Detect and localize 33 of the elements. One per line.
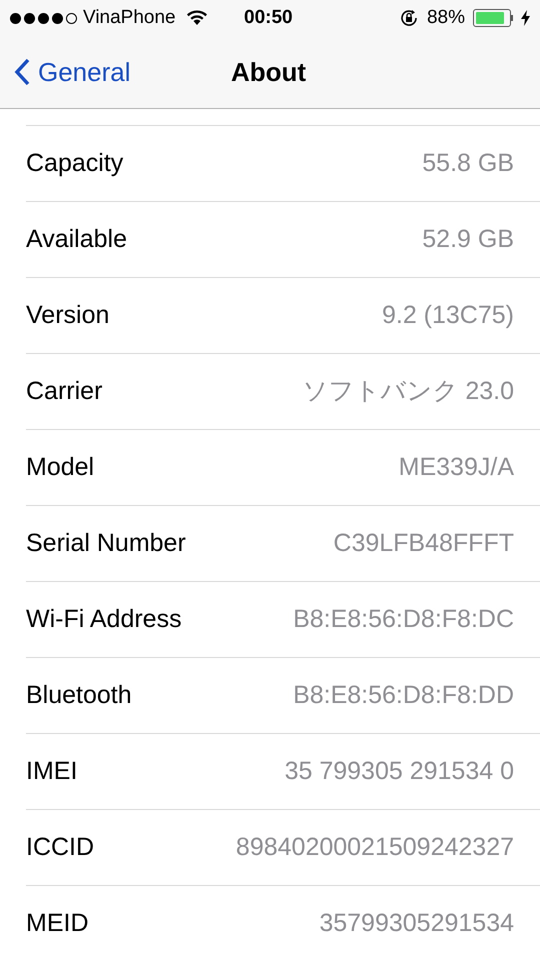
charging-bolt-icon [521,10,530,26]
row-label: Model [26,452,94,483]
row-label: Capacity [26,148,124,179]
battery-percentage: 88% [426,6,465,30]
row-value: B8:E8:56:D8:F8:DC [293,604,514,635]
clock-time: 00:50 [244,6,293,30]
row-label: IMEI [26,756,78,787]
row-label: MEID [26,908,88,939]
row-value: 55.8 GB [422,148,514,179]
row-label: Version [26,300,110,331]
row-label: Bluetooth [26,680,132,711]
row-label: Carrier [26,376,102,407]
battery-icon [473,9,513,27]
signal-icon [10,12,77,24]
row-value: 89840200021509242327 [236,832,514,863]
back-button[interactable]: General [14,52,130,92]
row-label: ICCID [26,832,94,863]
row-value: 52.9 GB [422,224,514,255]
wifi-icon [186,10,208,26]
row-value: ソフトバンク 23.0 [302,376,514,407]
chevron-left-icon [14,58,30,86]
row-label: Serial Number [26,528,186,559]
rotation-lock-icon [398,8,419,28]
carrier-name: VinaPhone [83,6,176,30]
page-title: About [231,56,306,88]
row-value: 35 799305 291534 0 [284,756,514,787]
row-value: 9.2 (13C75) [382,300,514,331]
row-value: 35799305291534 [319,908,514,939]
row-label: Wi-Fi Address [26,604,182,635]
row-label: Available [26,224,128,255]
row-value: ME339J/A [398,452,514,483]
row-value: B8:E8:56:D8:F8:DD [293,680,514,711]
row-value: C39LFB48FFFT [333,528,514,559]
